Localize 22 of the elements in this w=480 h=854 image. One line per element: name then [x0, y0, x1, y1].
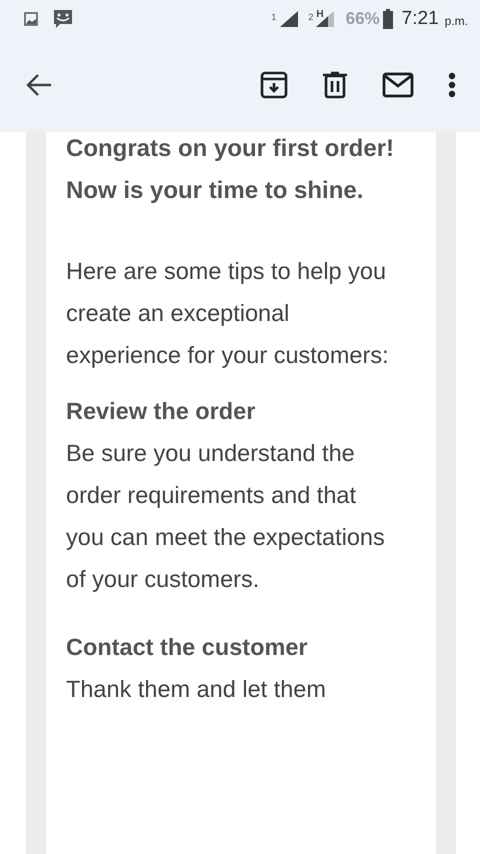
trash-icon[interactable]	[322, 71, 348, 99]
sim-number: 2	[308, 12, 314, 22]
section-text: Thank them and let them	[66, 675, 327, 704]
mail-icon[interactable]	[382, 72, 414, 98]
signal-icon	[314, 10, 335, 28]
signal-icon	[279, 10, 300, 28]
message-icon	[52, 8, 74, 30]
sim-number: 1	[271, 12, 276, 22]
battery-icon	[382, 9, 393, 29]
back-arrow-icon[interactable]	[26, 73, 52, 97]
gallery-icon	[24, 12, 38, 26]
network-type: H	[316, 8, 324, 20]
section-text: Be sure you understand the order requirements and that you can meet the expectations of your customers.	[66, 439, 386, 594]
section-title: Review the order	[66, 397, 256, 426]
intro-paragraph: Here are some tips to help you create an exceptional experience for your customers:	[66, 257, 390, 370]
clock-period: p.m.	[444, 14, 468, 28]
clock-time: 7:21	[402, 8, 439, 30]
section-title: Contact the customer	[66, 633, 309, 662]
more-options-icon[interactable]	[448, 72, 456, 98]
archive-icon[interactable]	[260, 71, 288, 99]
email-heading: Congrats on your first order! Now is your time to shine.	[66, 134, 396, 206]
battery-percent: 66%	[346, 9, 380, 29]
